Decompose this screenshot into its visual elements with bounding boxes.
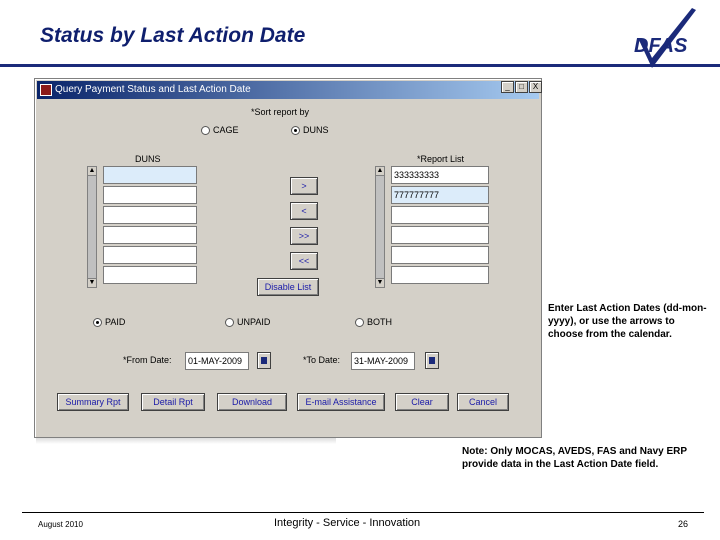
page-number: 26	[678, 519, 689, 529]
window-reflection	[36, 438, 336, 444]
remove-button[interactable]: <	[290, 202, 318, 220]
add-button[interactable]: >	[290, 177, 318, 195]
radio-duns-label: DUNS	[303, 125, 329, 135]
radio-duns[interactable]	[291, 126, 300, 135]
radio-paid[interactable]	[93, 318, 102, 327]
to-date-label: *To Date:	[303, 355, 341, 365]
close-button[interactable]: X	[529, 81, 542, 93]
duns-list-item[interactable]	[103, 166, 197, 184]
duns-list-scrollbar[interactable]	[87, 166, 97, 288]
radio-unpaid[interactable]	[225, 318, 234, 327]
source-note: Note: Only MOCAS, AVEDS, FAS and Navy ER…	[462, 446, 687, 470]
detail-report-button[interactable]: Detail Rpt	[141, 393, 205, 411]
from-date-label: *From Date:	[123, 355, 172, 365]
report-list-item[interactable]	[391, 226, 489, 244]
duns-list-item[interactable]	[103, 246, 197, 264]
to-calendar-icon[interactable]	[425, 352, 439, 369]
download-button[interactable]: Download	[217, 393, 287, 411]
radio-both-label: BOTH	[367, 317, 393, 327]
cancel-button[interactable]: Cancel	[457, 393, 509, 411]
from-date-input[interactable]: 01-MAY-2009	[185, 352, 249, 370]
minimize-button[interactable]: _	[501, 81, 514, 93]
radio-cage[interactable]	[201, 126, 210, 135]
report-list-item[interactable]: 777777777	[391, 186, 489, 204]
window-title: Query Payment Status and Last Action Dat…	[55, 84, 251, 95]
duns-list-item[interactable]	[103, 226, 197, 244]
duns-scroll-down-icon[interactable]: ▼	[87, 278, 97, 288]
svg-text:DFAS: DFAS	[634, 35, 688, 57]
duns-list-header: DUNS	[135, 154, 161, 164]
window-titlebar[interactable]: Query Payment Status and Last Action Dat…	[37, 81, 539, 99]
footer-tagline: Integrity - Service - Innovation	[274, 517, 421, 529]
duns-scroll-up-icon[interactable]: ▲	[87, 166, 97, 176]
report-list-scrollbar[interactable]	[375, 166, 385, 288]
slide-title: Status by Last Action Date	[40, 24, 306, 47]
footer-rule	[22, 512, 704, 513]
radio-cage-label: CAGE	[213, 125, 239, 135]
add-all-button[interactable]: >>	[290, 227, 318, 245]
report-list-item[interactable]	[391, 206, 489, 224]
duns-list-item[interactable]	[103, 186, 197, 204]
radio-both[interactable]	[355, 318, 364, 327]
report-scroll-up-icon[interactable]: ▲	[375, 166, 385, 176]
report-list-item[interactable]	[391, 246, 489, 264]
sort-label: *Sort report by	[251, 107, 310, 117]
header-rule	[0, 64, 720, 67]
query-window: Query Payment Status and Last Action Dat…	[34, 78, 542, 438]
to-date-input[interactable]: 31-MAY-2009	[351, 352, 415, 370]
radio-unpaid-label: UNPAID	[237, 317, 271, 327]
remove-all-button[interactable]: <<	[290, 252, 318, 270]
duns-list-item[interactable]	[103, 206, 197, 224]
maximize-button[interactable]: □	[515, 81, 528, 93]
date-callout: Enter Last Action Dates (dd-mon-yyyy), o…	[548, 303, 707, 340]
report-list-item[interactable]: 333333333	[391, 166, 489, 184]
report-scroll-down-icon[interactable]: ▼	[375, 278, 385, 288]
report-list-item[interactable]	[391, 266, 489, 284]
from-calendar-icon[interactable]	[257, 352, 271, 369]
radio-paid-label: PAID	[105, 317, 126, 327]
footer-date: August 2010	[38, 520, 83, 529]
clear-button[interactable]: Clear	[395, 393, 449, 411]
app-icon	[40, 84, 52, 96]
disable-list-button[interactable]: Disable List	[257, 278, 319, 296]
email-assistance-button[interactable]: E-mail Assistance	[297, 393, 385, 411]
report-list-header: *Report List	[417, 154, 465, 164]
duns-list-item[interactable]	[103, 266, 197, 284]
summary-report-button[interactable]: Summary Rpt	[57, 393, 129, 411]
